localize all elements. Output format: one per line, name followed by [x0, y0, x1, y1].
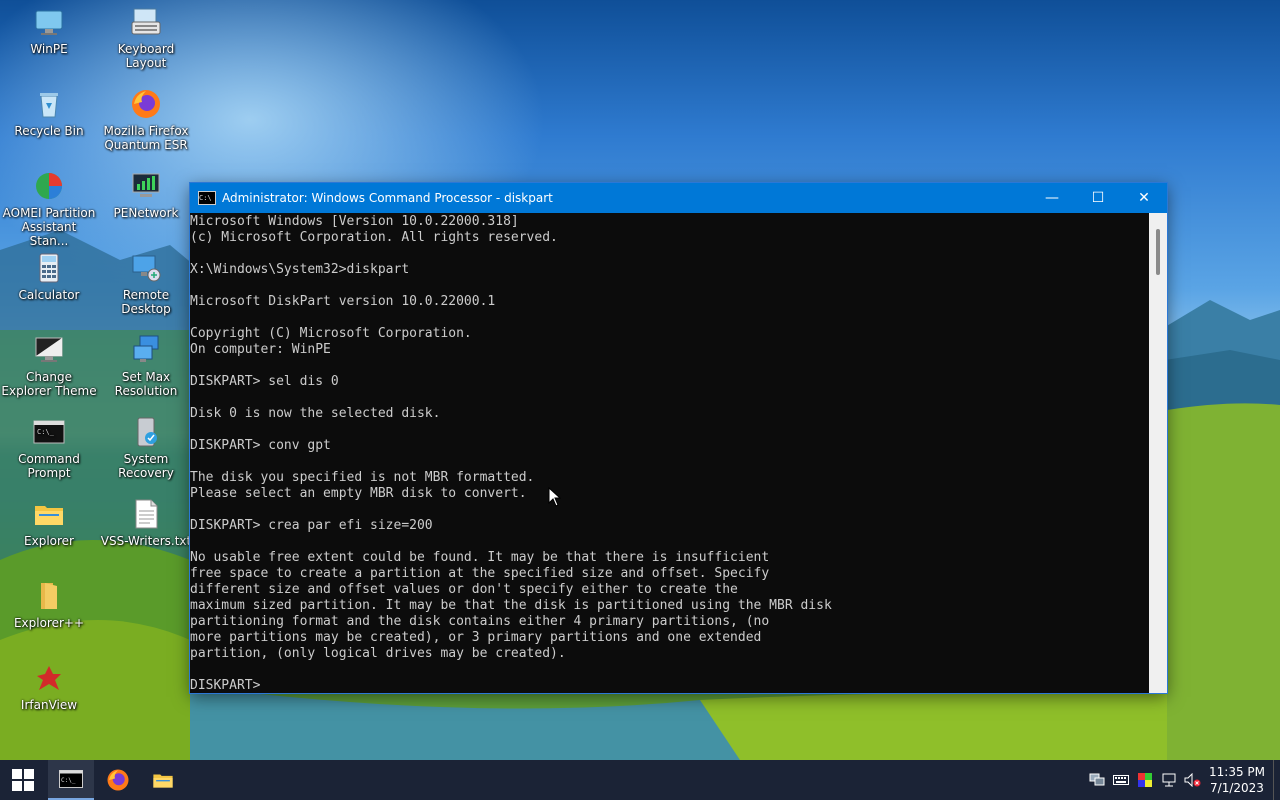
desktop-icon-irfanview[interactable]: IrfanView: [1, 662, 97, 712]
network-manager-icon[interactable]: [1085, 760, 1109, 800]
desktop-icon-system-recovery[interactable]: System Recovery: [98, 416, 194, 480]
keyboard-tray-icon[interactable]: [1109, 760, 1133, 800]
desktop-icon-recycle-bin[interactable]: Recycle Bin: [1, 88, 97, 138]
desktop-icon-label: Explorer++: [13, 616, 85, 630]
svg-text:C:\_: C:\_: [37, 428, 55, 436]
desktop-icon-calculator[interactable]: Calculator: [1, 252, 97, 302]
mouse-cursor-icon: [548, 487, 562, 507]
desktop-icon-firefox[interactable]: Mozilla Firefox Quantum ESR: [98, 88, 194, 152]
desktop-icon-vss-writers[interactable]: VSS-Writers.txt: [98, 498, 194, 548]
cmd-window[interactable]: C:\ Administrator: Windows Command Proce…: [190, 183, 1167, 693]
desktop-icon-label: Set Max Resolution: [114, 370, 178, 398]
desktop-icon-label: Recycle Bin: [14, 124, 84, 138]
calculator-icon: [39, 253, 59, 283]
clock[interactable]: 11:35 PM 7/1/2023: [1205, 764, 1269, 796]
desktop-icon-explorer-plus-plus[interactable]: Explorer++: [1, 580, 97, 630]
cmd-app-icon: C:\: [198, 191, 216, 205]
desktop-icon-label: AOMEI Partition Assistant Stan...: [2, 206, 96, 248]
desktop-icon-remote-desktop[interactable]: Remote Desktop: [98, 252, 194, 316]
desktop-icon-penetwork[interactable]: PENetwork: [98, 170, 194, 220]
cmd-icon: C:\_: [59, 770, 83, 788]
desktop-icon-set-max-resolution[interactable]: Set Max Resolution: [98, 334, 194, 398]
window-title: Administrator: Windows Command Processor…: [222, 191, 553, 205]
start-button[interactable]: [0, 760, 46, 800]
vertical-scrollbar[interactable]: [1149, 213, 1167, 693]
svg-text:C:\_: C:\_: [61, 777, 76, 784]
desktop-icon-label: WinPE: [30, 42, 68, 56]
desktop-icon-label: System Recovery: [118, 452, 174, 480]
close-button[interactable]: ✕: [1121, 183, 1167, 213]
monitor-icon: [35, 10, 63, 35]
console-area[interactable]: Microsoft Windows [Version 10.0.22000.31…: [190, 213, 1149, 693]
recovery-icon: [137, 417, 157, 447]
desktop-icon-label: Remote Desktop: [121, 288, 171, 316]
desktop-icon-explorer[interactable]: Explorer: [1, 498, 97, 548]
clock-time: 11:35 PM: [1209, 765, 1265, 779]
desktop: WinPE Keyboard Layout Recycle Bin Mozill…: [0, 0, 1280, 760]
desktop-icon-change-explorer-theme[interactable]: Change Explorer Theme: [1, 334, 97, 398]
desktop-icon-label: PENetwork: [113, 206, 179, 220]
firefox-icon: [107, 769, 129, 791]
theme-icon: [35, 337, 63, 362]
desktop-icon-label: Change Explorer Theme: [1, 370, 97, 398]
keyboard-icon: [131, 8, 161, 35]
irfanview-icon: [37, 666, 61, 690]
desktop-icon-command-prompt[interactable]: C:\_ Command Prompt: [1, 416, 97, 480]
color-icon[interactable]: [1133, 760, 1157, 800]
resolution-icon: [133, 335, 159, 362]
desktop-icon-label: IrfanView: [20, 698, 78, 712]
taskbar: C:\_ 11:35 PM 7/1/2023: [0, 760, 1280, 800]
folder-plus-icon: [41, 583, 57, 609]
desktop-icon-label: Explorer: [24, 534, 74, 548]
taskbar-explorer-button[interactable]: [140, 760, 186, 800]
recycle-bin-icon: [40, 93, 58, 118]
system-tray: 11:35 PM 7/1/2023: [1085, 760, 1280, 800]
folder-icon: [35, 506, 63, 525]
folder-icon: [153, 774, 173, 788]
desktop-icon-keyboard-layout[interactable]: Keyboard Layout: [98, 6, 194, 70]
desktop-icon-winpe[interactable]: WinPE: [1, 6, 97, 56]
firefox-icon: [132, 90, 160, 118]
desktop-icon-label: Mozilla Firefox Quantum ESR: [103, 124, 189, 152]
taskbar-firefox-button[interactable]: [95, 760, 141, 800]
show-desktop-button[interactable]: [1273, 760, 1280, 800]
cmd-icon: C:\_: [33, 420, 65, 444]
network-icon: [132, 173, 160, 197]
windows-logo-icon: [12, 769, 34, 791]
console-output: Microsoft Windows [Version 10.0.22000.31…: [190, 214, 832, 693]
desktop-icon-aomei[interactable]: AOMEI Partition Assistant Stan...: [1, 170, 97, 248]
desktop-icon-label: Keyboard Layout: [117, 42, 175, 70]
desktop-icon-label: VSS-Writers.txt: [100, 534, 192, 548]
clock-date: 7/1/2023: [1210, 781, 1264, 795]
network-tray-icon[interactable]: [1157, 760, 1181, 800]
aomei-icon: [36, 173, 62, 199]
scrollbar-thumb[interactable]: [1156, 229, 1160, 275]
taskbar-cmd-button[interactable]: C:\_: [48, 760, 94, 800]
window-titlebar[interactable]: C:\ Administrator: Windows Command Proce…: [190, 183, 1167, 213]
text-file-icon: [135, 499, 158, 529]
volume-muted-icon[interactable]: [1181, 760, 1205, 800]
minimize-button[interactable]: —: [1029, 183, 1075, 213]
maximize-button[interactable]: ☐: [1075, 183, 1121, 213]
remote-desktop-icon: [132, 255, 161, 282]
desktop-icon-label: Command Prompt: [18, 452, 80, 480]
desktop-icon-label: Calculator: [18, 288, 80, 302]
